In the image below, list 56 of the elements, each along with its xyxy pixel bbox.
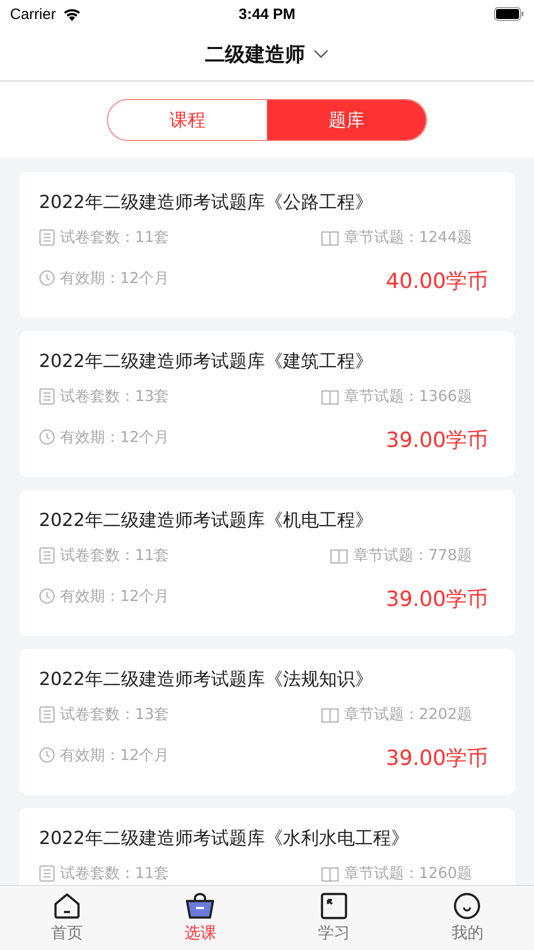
course-card[interactable]: 2022年二级建造师考试题库《建筑工程》 试卷套数：13套 章节试题：1366题 有效期：12个月 39.00学币 (19, 331, 515, 477)
document-icon (39, 547, 55, 564)
book-icon (320, 866, 339, 882)
card-title: 2022年二级建造师考试题库《建筑工程》 (39, 350, 374, 373)
paper-count: 试卷套数：13套 (60, 387, 170, 406)
chapter-question-count: 章节试题：2202题 (344, 705, 472, 724)
validity-period: 有效期：12个月 (60, 428, 170, 446)
course-card[interactable]: 2022年二级建造师考试题库《机电工程》 试卷套数：11套 章节试题：778题 有效期：12个月 39.00学币 (19, 490, 515, 636)
home-icon (52, 892, 81, 920)
course-card[interactable]: 2022年二级建造师考试题库《公路工程》 试卷套数：11套 章节试题：1244题 有效期：12个月 40.00学币 (19, 172, 515, 318)
validity-period: 有效期：12个月 (60, 746, 170, 764)
carrier-label: Carrier (10, 6, 56, 22)
course-card[interactable]: 2022年二级建造师考试题库《法规知识》 试卷套数：13套 章节试题：2202题 有效期：12个月 39.00学币 (19, 649, 515, 795)
course-card[interactable]: 2022年二级建造师考试题库《水利水电工程》 试卷套数：11套 章节试题：1260题 (19, 808, 515, 885)
document-icon (39, 229, 55, 246)
chapter-question-count: 章节试题：1260题 (344, 864, 472, 883)
wifi-icon (62, 6, 82, 22)
status-time: 3:44 PM (238, 6, 296, 22)
chapter-question-count: 章节试题：778题 (353, 546, 472, 565)
nav-title[interactable]: 二级建造师 (205, 40, 305, 68)
book-icon (320, 388, 339, 404)
document-icon (39, 388, 55, 405)
price: 39.00学币 (386, 427, 488, 454)
price: 39.00学币 (386, 586, 488, 613)
validity-period: 有效期：12个月 (60, 586, 170, 606)
card-title: 2022年二级建造师考试题库《机电工程》 (39, 509, 374, 532)
segment-tab[interactable]: 题库 (267, 100, 426, 140)
clock-icon (39, 588, 55, 604)
battery-icon (494, 7, 524, 21)
validity-period: 有效期：12个月 (60, 268, 170, 288)
document-icon (39, 865, 55, 882)
smiley-icon (453, 892, 482, 920)
chevron-down-icon[interactable] (313, 49, 329, 59)
book-icon (320, 706, 339, 722)
document-icon (39, 706, 55, 723)
chapter-question-count: 章节试题：1366题 (344, 387, 472, 406)
card-title: 2022年二级建造师考试题库《公路工程》 (39, 191, 374, 214)
clock-icon (39, 270, 55, 286)
chapter-question-count: 章节试题：1244题 (344, 228, 472, 247)
paper-count: 试卷套数：11套 (60, 546, 170, 565)
paper-count: 试卷套数：11套 (60, 864, 170, 883)
paper-count: 试卷套数：13套 (60, 705, 170, 724)
price: 40.00学币 (386, 268, 488, 295)
book-icon (330, 548, 348, 564)
price: 39.00学币 (386, 745, 488, 772)
clock-icon (39, 429, 55, 445)
arrow-box-icon (320, 892, 348, 920)
paper-count: 试卷套数：11套 (60, 228, 170, 247)
tab-bar-item[interactable]: 我的 (400, 886, 534, 950)
tab-bar-item[interactable]: 首页 (0, 886, 134, 950)
clock-icon (39, 747, 55, 763)
card-title: 2022年二级建造师考试题库《水利水电工程》 (39, 827, 410, 850)
basket-icon (185, 892, 216, 920)
book-icon (320, 230, 339, 246)
card-title: 2022年二级建造师考试题库《法规知识》 (39, 668, 374, 691)
tab-bar-item[interactable]: 学习 (267, 886, 400, 950)
